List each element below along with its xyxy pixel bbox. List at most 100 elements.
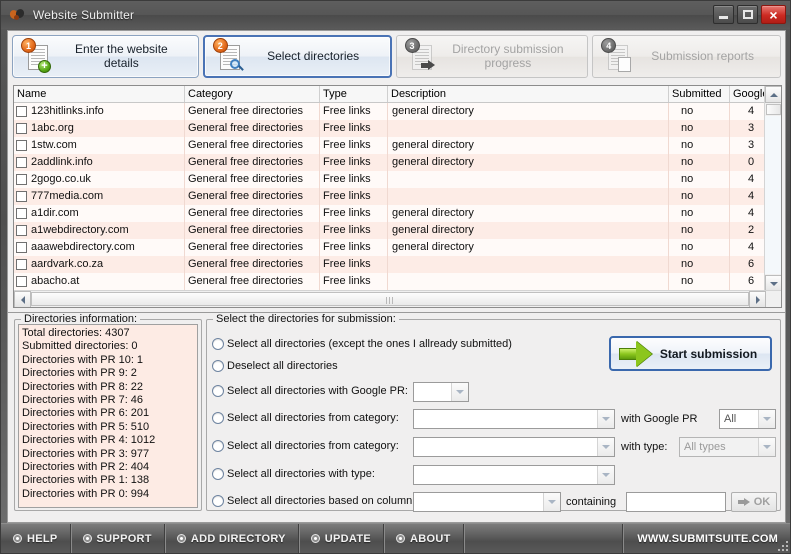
cell-name: abacho.at — [31, 275, 80, 287]
cell-category: General free directories — [185, 205, 320, 222]
radio-icon[interactable] — [212, 412, 224, 424]
close-button[interactable]: × — [761, 5, 786, 24]
status-bar-url[interactable]: WWW.SUBMITSUITE.COM — [623, 524, 790, 553]
cell-submitted: no — [669, 273, 730, 290]
chevron-down-icon[interactable] — [543, 493, 560, 511]
table-row[interactable]: 2addlink.info General free directories F… — [14, 154, 781, 171]
row-checkbox[interactable] — [16, 123, 27, 134]
google-pr-filter-combo[interactable]: All — [719, 409, 776, 429]
vertical-scrollbar[interactable] — [764, 86, 781, 292]
horizontal-scroll-thumb[interactable] — [31, 292, 749, 306]
category-combo-2[interactable] — [413, 437, 615, 457]
table-row[interactable]: aaawebdirectory.com General free directo… — [14, 239, 781, 256]
table-row[interactable]: abacho.at General free directories Free … — [14, 273, 781, 290]
row-checkbox[interactable] — [16, 259, 27, 270]
resize-grip-icon[interactable] — [778, 539, 790, 551]
table-row[interactable]: a1dir.com General free directories Free … — [14, 205, 781, 222]
cell-submitted: no — [669, 256, 730, 273]
option-select-by-type[interactable]: Select all directories with type: — [212, 468, 375, 480]
maximize-button[interactable] — [737, 5, 758, 24]
column-header-submitted[interactable]: Submitted — [669, 86, 730, 102]
scroll-right-button[interactable] — [749, 291, 766, 307]
table-row[interactable]: a1webdirectory.com General free director… — [14, 222, 781, 239]
minimize-button[interactable] — [713, 5, 734, 24]
chevron-down-icon[interactable] — [597, 410, 614, 428]
row-checkbox[interactable] — [16, 174, 27, 185]
radio-icon[interactable] — [212, 385, 224, 397]
cell-submitted: no — [669, 205, 730, 222]
horizontal-scrollbar[interactable] — [14, 290, 781, 307]
column-header-description[interactable]: Description — [388, 86, 669, 102]
document-add-icon: 1 + — [21, 38, 55, 74]
option-select-by-column[interactable]: Select all directories based on column: — [212, 495, 415, 507]
status-item-add-directory[interactable]: ADD DIRECTORY — [165, 524, 299, 553]
containing-input[interactable] — [626, 492, 726, 512]
info-line: Directories with PR 4: 1012 — [22, 434, 156, 447]
vertical-scroll-thumb[interactable] — [766, 104, 781, 115]
table-row[interactable]: 2gogo.co.uk General free directories Fre… — [14, 171, 781, 188]
row-checkbox[interactable] — [16, 225, 27, 236]
table-row[interactable]: 1abc.org General free directories Free l… — [14, 120, 781, 137]
bullet-icon — [396, 534, 406, 543]
option-select-by-google-pr[interactable]: Select all directories with Google PR: — [212, 385, 408, 397]
green-arrow-icon — [619, 340, 653, 367]
option-select-all-except-submitted[interactable]: Select all directories (except the ones … — [212, 338, 512, 350]
table-row[interactable]: aardvark.co.za General free directories … — [14, 256, 781, 273]
directory-table: Name Category Type Description Submitted… — [13, 85, 782, 308]
option-deselect-all[interactable]: Deselect all directories — [212, 360, 338, 372]
table-row[interactable]: 123hitlinks.info General free directorie… — [14, 103, 781, 120]
column-header-name[interactable]: Name — [14, 86, 185, 102]
column-header-category[interactable]: Category — [185, 86, 320, 102]
status-item-about[interactable]: ABOUT — [384, 524, 464, 553]
start-submission-button[interactable]: Start submission — [609, 336, 772, 371]
status-item-update[interactable]: UPDATE — [299, 524, 385, 553]
option-select-by-category-type[interactable]: Select all directories from category: — [212, 440, 399, 452]
chevron-down-icon[interactable] — [758, 438, 775, 456]
cell-type: Free links — [320, 222, 388, 239]
step-button-select-directories[interactable]: 2 Select directories — [202, 34, 392, 78]
row-checkbox[interactable] — [16, 242, 27, 253]
row-checkbox[interactable] — [16, 106, 27, 117]
row-checkbox[interactable] — [16, 140, 27, 151]
radio-icon[interactable] — [212, 495, 224, 507]
step-label: Enter the website details — [75, 42, 168, 70]
chevron-down-icon[interactable] — [451, 383, 468, 401]
chevron-down-icon[interactable] — [597, 438, 614, 456]
directory-table-panel: Name Category Type Description Submitted… — [7, 81, 786, 313]
maximize-icon — [742, 10, 753, 19]
row-checkbox[interactable] — [16, 157, 27, 168]
radio-icon[interactable] — [212, 360, 224, 372]
cell-category: General free directories — [185, 273, 320, 290]
ok-button[interactable]: OK — [731, 492, 777, 512]
cell-submitted: no — [669, 239, 730, 256]
table-row[interactable]: 777media.com General free directories Fr… — [14, 188, 781, 205]
type-filter-combo[interactable]: All types — [679, 437, 776, 457]
radio-icon[interactable] — [212, 468, 224, 480]
info-line: Directories with PR 2: 404 — [22, 461, 150, 474]
radio-icon[interactable] — [212, 338, 224, 350]
row-checkbox[interactable] — [16, 191, 27, 202]
chevron-down-icon[interactable] — [597, 466, 614, 484]
step-button-directory-submission-progress[interactable]: 3 Directory submission progress — [395, 34, 589, 78]
step-button-submission-reports[interactable]: 4 Submission reports — [592, 34, 781, 78]
option-select-by-category-pr[interactable]: Select all directories from category: — [212, 412, 399, 424]
status-item-help[interactable]: HELP — [1, 524, 71, 553]
google-pr-combo[interactable] — [413, 382, 469, 402]
column-header-type[interactable]: Type — [320, 86, 388, 102]
table-row[interactable]: 1stw.com General free directories Free l… — [14, 137, 781, 154]
scroll-up-button[interactable] — [765, 86, 781, 103]
step-button-enter-website-details[interactable]: 1 + Enter the website details — [12, 34, 199, 78]
category-combo-1[interactable] — [413, 409, 615, 429]
chevron-down-icon[interactable] — [758, 410, 775, 428]
row-checkbox[interactable] — [16, 276, 27, 287]
plus-icon: + — [38, 60, 51, 73]
row-checkbox[interactable] — [16, 208, 27, 219]
scroll-left-button[interactable] — [14, 291, 31, 307]
option-label: Select all directories with Google PR: — [227, 385, 408, 397]
vertical-scroll-track[interactable] — [765, 116, 781, 274]
column-combo[interactable] — [413, 492, 561, 512]
radio-icon[interactable] — [212, 440, 224, 452]
type-combo[interactable] — [413, 465, 615, 485]
status-item-support[interactable]: SUPPORT — [71, 524, 165, 553]
step-label: Directory submission progress — [452, 42, 564, 70]
